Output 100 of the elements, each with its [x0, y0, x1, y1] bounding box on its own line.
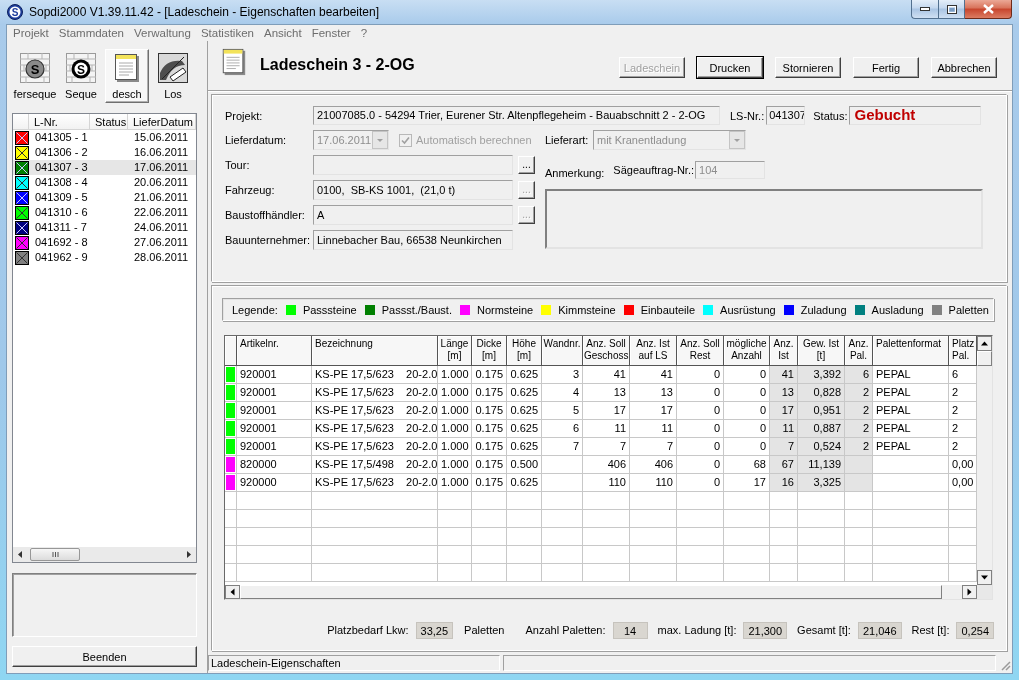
table-cell: 17	[583, 402, 630, 420]
list-row[interactable]: 041305 - 1 15.06.2011	[13, 130, 196, 145]
list-row[interactable]: 041310 - 6 22.06.2011	[13, 205, 196, 220]
grip-icon	[51, 552, 59, 557]
summary-value: 33,25	[415, 621, 454, 639]
action-button[interactable]: Fertig	[853, 57, 919, 78]
maximize-button[interactable]	[938, 0, 965, 19]
table-cell: 110	[630, 474, 677, 492]
action-button[interactable]: Abbrechen	[931, 57, 997, 78]
column-header: Anz. Ist	[770, 336, 798, 366]
tour-field[interactable]	[313, 155, 513, 175]
table-cell	[630, 546, 677, 564]
table-cell: PEPAL	[873, 366, 949, 384]
table-cell	[724, 564, 770, 582]
table-cell: 1.000	[438, 438, 472, 456]
column-header[interactable]: LieferDatum	[128, 114, 196, 130]
column-header[interactable]: Status	[90, 114, 128, 130]
table-cell: 0.625	[507, 438, 542, 456]
menu-item[interactable]: Fenster	[306, 27, 356, 39]
scroll-down-icon[interactable]	[977, 570, 992, 585]
notepad-icon	[220, 47, 248, 77]
table-cell	[677, 510, 724, 528]
checkbox-label: Automatisch berechnen	[416, 134, 532, 146]
table-cell: 13	[583, 384, 630, 402]
remark-field[interactable]	[545, 189, 983, 249]
list-row[interactable]: 041692 - 8 27.06.2011	[13, 235, 196, 250]
menu-item[interactable]: Ansicht	[258, 27, 307, 39]
list-row[interactable]: 041309 - 5 21.06.2011	[13, 190, 196, 205]
table-cell: 41	[583, 366, 630, 384]
table-cell	[630, 510, 677, 528]
table-cell: 0.175	[472, 474, 507, 492]
table-cell: 17	[770, 402, 798, 420]
horizontal-scrollbar[interactable]	[13, 547, 196, 562]
legend-label: Normsteine	[476, 303, 534, 316]
list-cell-text: 24.06.2011	[133, 220, 190, 235]
table-cell	[438, 564, 472, 582]
table-cell	[798, 510, 845, 528]
menu-item[interactable]: Statistiken	[195, 27, 259, 39]
list-row[interactable]: 041306 - 2 16.06.2011	[13, 145, 196, 160]
project-field[interactable]: 21007085.0 - 54294 Trier, Eurener Str. Altenpflegeheim - Bauabschnitt 2 - 2-OG	[313, 106, 720, 125]
menu-item[interactable]: Stammdaten	[53, 27, 129, 39]
table-cell: PEPAL	[873, 438, 949, 456]
summary-label: Platzbedarf Lkw:	[327, 624, 409, 636]
table-cell: 11	[583, 420, 630, 438]
menu-item[interactable]: ?	[355, 27, 373, 39]
table-cell	[225, 564, 237, 582]
column-header: Anz. Ist auf LS	[630, 336, 677, 366]
browse-button[interactable]: ...	[518, 156, 535, 174]
dealer-field[interactable]: A	[313, 205, 513, 225]
menu-item[interactable]: Verwaltung	[129, 27, 196, 39]
table-cell: KS-PE 17,5/623 20-2.0	[312, 384, 438, 402]
list-row[interactable]: 041308 - 4 20.06.2011	[13, 175, 196, 190]
list-cell-text: 17.06.2011	[133, 160, 190, 175]
table-cell: 4	[542, 384, 583, 402]
table-cell	[438, 510, 472, 528]
table-cell	[472, 546, 507, 564]
column-header: mögliche Anzahl	[724, 336, 770, 366]
scroll-left-icon[interactable]	[225, 585, 240, 599]
action-button[interactable]: Drucken	[697, 57, 763, 78]
action-button[interactable]: Stornieren	[775, 57, 841, 78]
table-cell	[724, 492, 770, 510]
toolbar-button[interactable]: desch	[105, 49, 149, 103]
legend-label: Zuladung	[800, 303, 847, 316]
table-cell: 920000	[237, 474, 312, 492]
table-cell: 0	[677, 402, 724, 420]
table-cell: 3	[542, 366, 583, 384]
list-row[interactable]: 041311 - 7 24.06.2011	[13, 220, 196, 235]
toolbar-button[interactable]: S Seque	[59, 49, 103, 103]
menu-item[interactable]: Projekt	[8, 27, 54, 39]
column-header[interactable]: L-Nr.	[29, 114, 90, 130]
table-cell: KS-PE 17,5/623 20-2.0	[312, 402, 438, 420]
minimize-icon	[920, 7, 930, 11]
vehicle-field[interactable]: 0100, SB-KS 1001, (21,0 t)	[313, 180, 513, 200]
table-cell: 7	[583, 438, 630, 456]
exit-button[interactable]: Beenden	[12, 646, 197, 667]
scrollbar-thumb[interactable]	[30, 548, 80, 561]
table-cell: 110	[583, 474, 630, 492]
table-cell: PEPAL	[873, 420, 949, 438]
scrollbar-corner	[977, 585, 992, 599]
list-row[interactable]: 041307 - 3 17.06.2011	[13, 160, 196, 175]
contractor-field[interactable]: Linnebacher Bau, 66538 Neunkirchen	[313, 230, 513, 250]
vertical-scrollbar[interactable]	[977, 336, 992, 585]
document-title: Ladeschein 3 - 2-OG	[260, 56, 415, 74]
table-cell: 2	[845, 438, 873, 456]
list-cell-text: 041307 - 3	[34, 160, 89, 175]
toolbar-button[interactable]: S ferseque	[13, 49, 57, 103]
scroll-up-icon[interactable]	[977, 336, 992, 351]
table-cell: 0.500	[507, 456, 542, 474]
table-cell	[438, 528, 472, 546]
resize-grip-icon[interactable]	[999, 659, 1011, 671]
table-cell	[798, 528, 845, 546]
minimize-button[interactable]	[911, 0, 938, 19]
list-cell-text: 22.06.2011	[133, 205, 190, 220]
table-cell: 3,325	[798, 474, 845, 492]
table-cell: 0.175	[472, 456, 507, 474]
table-cell: 2	[845, 402, 873, 420]
close-button[interactable]	[965, 0, 1012, 19]
scroll-right-icon[interactable]	[962, 585, 977, 599]
list-row[interactable]: 041962 - 9 28.06.2011	[13, 250, 196, 265]
toolbar-button[interactable]: Los	[151, 49, 195, 103]
